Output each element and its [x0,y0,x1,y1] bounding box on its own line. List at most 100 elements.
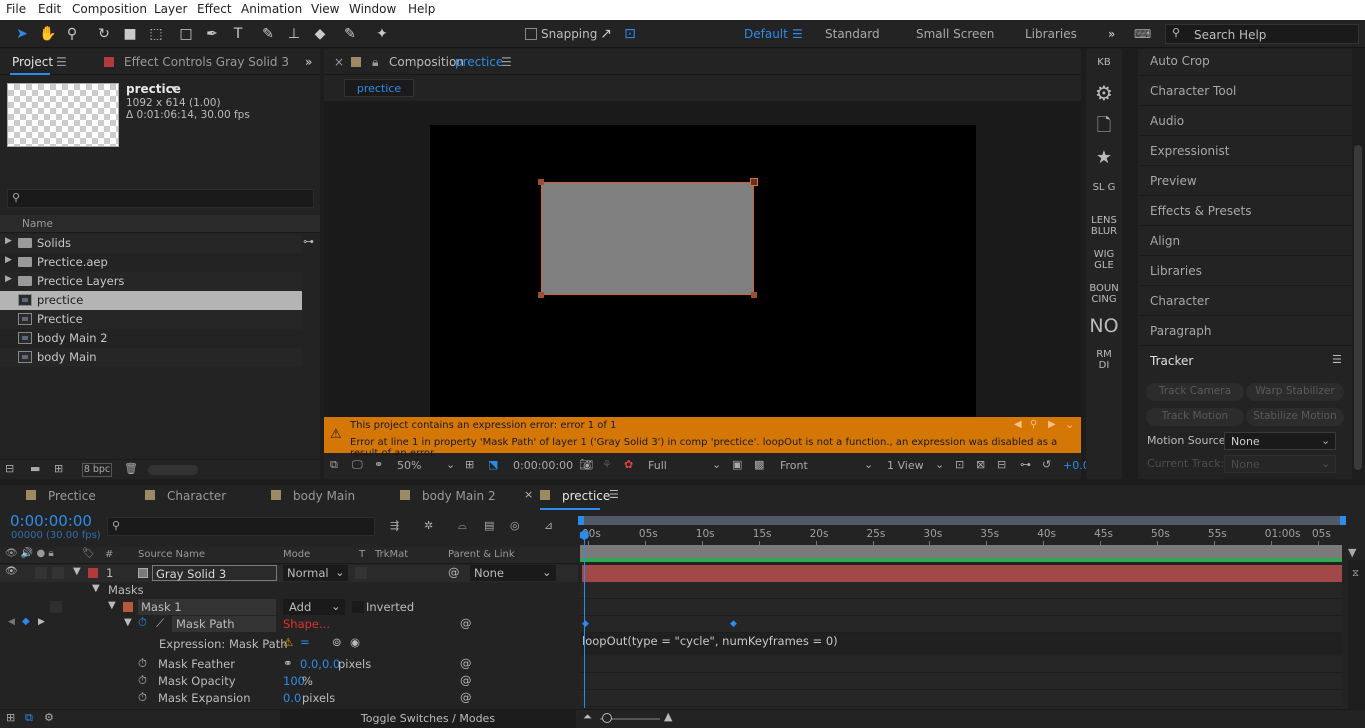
project-zoom-slider[interactable] [148,465,198,475]
mask-mode-select[interactable]: Add ⌄ [283,599,345,615]
expand-folder-icon[interactable]: ▶ [5,236,12,246]
current-time[interactable]: 0:00:00:00 [513,459,573,472]
camera-tool-icon[interactable]: ■ [120,24,140,44]
menu-file[interactable]: File [6,2,26,16]
work-area-range[interactable] [580,516,1344,525]
timecode-display[interactable]: 0:00:00:00 [10,512,92,530]
chevron-down-icon[interactable]: ⌄ [446,458,455,471]
timeline-icon[interactable]: ⊟ [997,458,1006,471]
playhead-icon[interactable]: ⬢ [579,528,589,542]
timeline-scrollbar[interactable]: ⧖ [1348,560,1365,709]
graph-icon[interactable]: ⟋ [156,616,164,631]
comp-dropdown-icon[interactable]: ▾ [171,82,177,95]
panel-libraries[interactable]: Libraries [1140,257,1352,286]
toggle-pixel-aspect-icon[interactable]: ⊡ [955,458,964,471]
track-motion-button[interactable]: Track Motion [1146,408,1244,426]
expand-mask1-icon[interactable]: ▼ [108,600,116,611]
project-item-prectice[interactable]: Prectice [0,310,302,329]
timeline-tab-character[interactable]: Character [167,489,226,503]
source-name-header[interactable]: Source Name [138,549,205,560]
layer-duration-bar[interactable] [582,565,1342,582]
grid-guide-icon[interactable]: ⊞ [465,458,474,471]
fast-previews-icon[interactable]: ⊠ [976,458,985,471]
timeline-tab-body-main[interactable]: body Main [293,489,355,503]
scrollbar-thumb[interactable] [1354,145,1362,470]
warp-stabilizer-button[interactable]: Warp Stabilizer [1246,383,1344,401]
interpret-footage-icon[interactable]: ⊟ [5,462,14,475]
workspace-standard[interactable]: Standard [825,27,880,41]
mask-vertex[interactable] [750,178,758,186]
tab-project[interactable]: Project [12,55,53,69]
search-help-box[interactable]: ⚲ Search Help [1165,24,1359,44]
new-folder-icon[interactable]: ▬ [30,462,40,475]
eraser-tool-icon[interactable]: ◆ [310,24,330,44]
layer-label-color-icon[interactable] [88,568,98,578]
add-keyframe-icon[interactable]: ◆ [22,616,30,627]
mask-vertex[interactable] [751,292,757,298]
rotate-tool-icon[interactable]: ↻ [94,24,114,44]
workspace-libraries[interactable]: Libraries [1025,27,1077,41]
expression-error-bar[interactable]: ⚠ This project contains an expression er… [324,417,1081,459]
frame-blending-icon[interactable]: ▤ [484,519,494,532]
menu-edit[interactable]: Edit [38,2,61,16]
panel-preview[interactable]: Preview [1140,167,1352,196]
mask-vertex[interactable] [538,179,544,185]
stopwatch-icon[interactable]: ⏱︎ [138,615,147,630]
trash-icon[interactable]: 🗑 [124,462,138,475]
layer-row[interactable]: 👁︎ ▼ 1 Gray Solid 3 Normal ⌄ @ None ⌄ [0,565,578,582]
panel-character[interactable]: Character [1140,287,1352,316]
menu-effect[interactable]: Effect [197,2,232,16]
project-item-body-main-2[interactable]: body Main 2 [0,329,302,348]
stabilize-motion-button[interactable]: Stabilize Motion [1246,408,1344,426]
panel-paragraph[interactable]: Paragraph [1140,317,1352,346]
stopwatch-icon[interactable]: ⏱︎ [138,673,147,688]
kb-button[interactable]: KB [1086,57,1122,68]
panel-align[interactable]: Align [1140,227,1352,256]
channel-icon[interactable]: ✿ [624,458,633,471]
chevron-down-icon[interactable]: ⌄ [935,458,944,471]
comp-end-marker-icon[interactable]: ▼ [1348,546,1356,559]
blend-mode-select[interactable]: Normal ⌄ [283,565,348,581]
stopwatch-icon[interactable]: ⏱︎ [138,690,147,705]
track-camera-button[interactable]: Track Camera [1146,383,1244,401]
mask-opacity-row[interactable]: ⏱︎ Mask Opacity 100 % @ [0,673,578,690]
expression-language-menu-icon[interactable]: ◉ [350,635,360,649]
panel-expressionist[interactable]: Expressionist [1140,137,1352,166]
graph-editor-icon[interactable]: ⊿ [544,519,553,532]
workspace-menu-icon[interactable]: ☰ [792,27,803,41]
workspace-small-screen[interactable]: Small Screen [916,27,994,41]
panel-overflow-icon[interactable]: » [305,55,312,69]
parent-select[interactable]: None ⌄ [470,565,556,581]
timeline-tab-prectice[interactable]: prectice [562,489,610,503]
gray-solid-layer[interactable] [541,182,754,295]
pan-behind-tool-icon[interactable]: ⬚ [146,24,166,44]
snap-icon[interactable]: ↗ [596,24,616,44]
menu-layer[interactable]: Layer [154,2,187,16]
comp-breadcrumb[interactable]: prectice [344,79,414,97]
expression-editor[interactable]: loopOut(type = "cycle", numKeyframes = 0… [580,633,1342,655]
mask-expansion-row[interactable]: ⏱︎ Mask Expansion 0.0 pixels @ [0,690,578,707]
link-icon[interactable]: ⚭ [283,656,293,670]
snapping-checkbox[interactable] [525,28,537,40]
view-layout-select[interactable]: 1 View [887,459,924,472]
pickwhip-icon[interactable]: @ [460,656,472,670]
project-item-prectice[interactable]: prectice [0,291,302,310]
slg-button[interactable]: SL G [1092,182,1116,193]
timeline-tab-body-main-2[interactable]: body Main 2 [422,489,496,503]
project-item-solids[interactable]: ▶ Solids [0,234,302,253]
expression-enable-icon[interactable]: = [300,635,310,649]
work-area-end-handle[interactable] [1340,516,1346,525]
rmdi-button[interactable]: RM DI [1092,349,1116,371]
type-tool-icon[interactable]: T [228,24,248,44]
error-prev-icon[interactable]: ◀ [1014,419,1022,430]
close-comp-icon[interactable]: × [334,55,344,69]
preserve-transparency-switch[interactable] [355,567,367,579]
flowchart-icon[interactable]: ⊶ [303,235,314,248]
expression-error-icon[interactable]: ⚠ [283,635,293,649]
prev-keyframe-icon[interactable]: ◀ [8,617,15,627]
work-area-bar[interactable] [578,516,1346,525]
error-goto-icon[interactable]: ⚲ [1030,419,1037,430]
expand-masks-icon[interactable]: ▼ [92,583,100,594]
panel-audio[interactable]: Audio [1140,107,1352,136]
selection-tool-icon[interactable]: ➤ [12,24,32,44]
